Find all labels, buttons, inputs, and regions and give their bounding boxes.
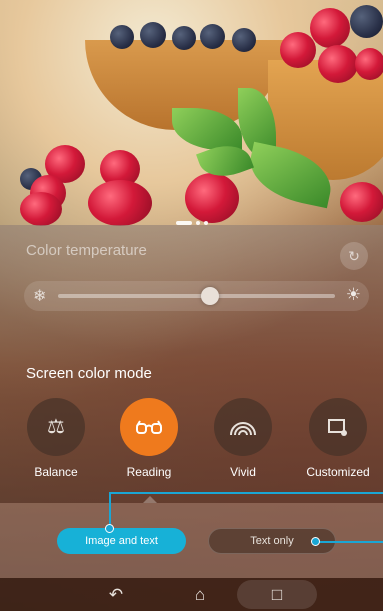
reset-icon[interactable]: ↻	[340, 242, 368, 270]
color-temperature-label: Color temperature	[26, 242, 147, 259]
mode-label: Reading	[126, 465, 172, 479]
snowflake-icon: ❄	[33, 288, 47, 305]
raspberry	[310, 8, 350, 48]
rainbow-icon-svg	[230, 421, 256, 435]
glasses-icon-svg	[136, 420, 162, 434]
blueberry	[110, 25, 134, 49]
selected-mode-caret	[143, 496, 157, 503]
sun-icon: ☀	[345, 285, 361, 304]
callout-line	[109, 492, 383, 494]
home-icon[interactable]: ⌂	[185, 578, 215, 611]
blueberry	[200, 24, 225, 49]
raspberry	[280, 32, 316, 68]
navigation-bar: ↶ ⌂ □	[0, 578, 383, 611]
recent-apps-icon[interactable]: □	[237, 580, 317, 609]
mode-vivid[interactable]: Vivid	[203, 398, 283, 479]
blueberry	[232, 28, 256, 52]
callout-dot	[311, 537, 320, 546]
blueberry	[172, 26, 196, 50]
balance-scale-icon: ⚖	[27, 398, 85, 456]
blueberry	[350, 5, 383, 38]
slider-thumb[interactable]	[201, 287, 220, 305]
glasses-icon	[120, 398, 178, 456]
raspberry	[355, 48, 383, 80]
mode-label: Vivid	[230, 465, 256, 479]
slider-track[interactable]	[58, 294, 335, 298]
mode-label: Balance	[34, 465, 78, 479]
customize-screen-icon	[309, 398, 367, 456]
mode-label: Customized	[306, 465, 370, 479]
mode-reading[interactable]: Reading	[109, 398, 189, 479]
color-temperature-slider[interactable]: ❄ ☀	[24, 281, 369, 311]
screen-color-mode-label: Screen color mode	[26, 365, 152, 382]
rainbow-icon	[214, 398, 272, 456]
back-icon[interactable]: ↶	[101, 578, 131, 611]
callout-line	[316, 541, 383, 543]
mode-customized[interactable]: Customized	[298, 398, 378, 479]
customize-screen-icon-svg	[328, 418, 347, 436]
blueberry	[140, 22, 166, 48]
image-and-text-button[interactable]: Image and text	[57, 528, 186, 554]
callout-dot	[105, 524, 114, 533]
raspberry	[318, 45, 358, 83]
mode-balance[interactable]: ⚖ Balance	[16, 398, 96, 479]
